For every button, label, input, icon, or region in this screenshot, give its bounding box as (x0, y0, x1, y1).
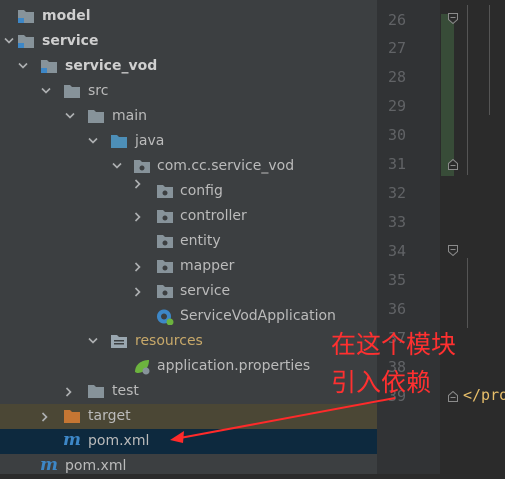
annotation-arrow (170, 397, 396, 443)
